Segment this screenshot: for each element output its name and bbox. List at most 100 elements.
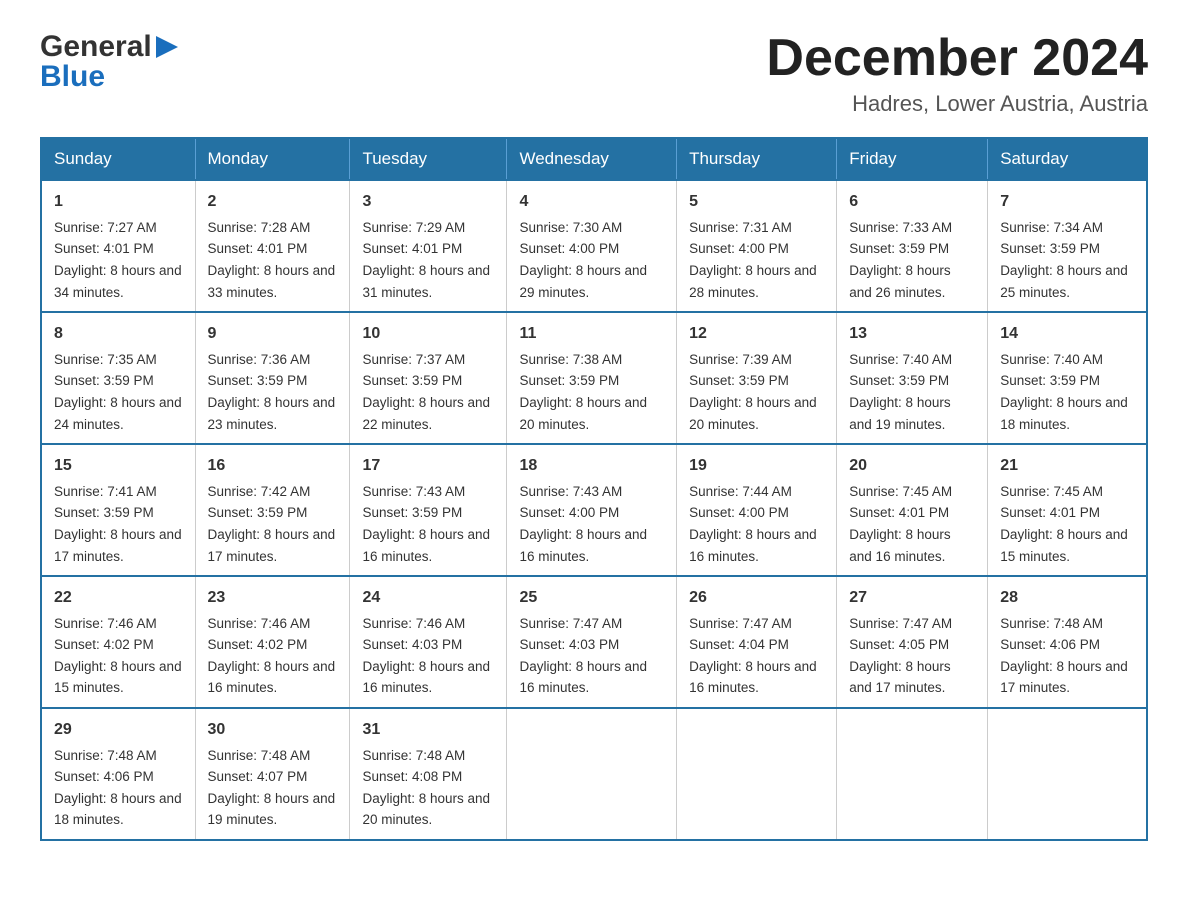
day-info: Sunrise: 7:44 AMSunset: 4:00 PMDaylight:…: [689, 484, 817, 564]
calendar-day-cell: 25Sunrise: 7:47 AMSunset: 4:03 PMDayligh…: [507, 576, 677, 708]
calendar-day-cell: 31 Sunrise: 7:48 AMSunset: 4:08 PMDayligh…: [350, 708, 507, 840]
day-info: Sunrise: 7:28 AMSunset: 4:01 PMDaylight:…: [208, 220, 336, 300]
day-info: Sunrise: 7:46 AMSunset: 4:03 PMDaylight:…: [362, 616, 490, 696]
logo-general-text: General: [40, 30, 152, 64]
calendar-day-cell: 29 Sunrise: 7:48 AMSunset: 4:06 PMDayligh…: [41, 708, 195, 840]
calendar-day-cell: 15Sunrise: 7:41 AMSunset: 3:59 PMDayligh…: [41, 444, 195, 576]
calendar-day-cell: 14Sunrise: 7:40 AMSunset: 3:59 PMDayligh…: [988, 312, 1147, 444]
day-number: 23: [208, 585, 338, 611]
day-info: Sunrise: 7:48 AMSunset: 4:08 PMDaylight:…: [362, 748, 490, 828]
day-info: Sunrise: 7:45 AMSunset: 4:01 PMDaylight:…: [849, 484, 952, 564]
calendar-day-cell: 7 Sunrise: 7:34 AMSunset: 3:59 PMDaylight…: [988, 180, 1147, 312]
weekday-header-wednesday: Wednesday: [507, 138, 677, 180]
calendar-day-cell: 22 Sunrise: 7:46 AMSunset: 4:02 PMDayligh…: [41, 576, 195, 708]
calendar-day-cell: [507, 708, 677, 840]
calendar-day-cell: 1 Sunrise: 7:27 AMSunset: 4:01 PMDaylight…: [41, 180, 195, 312]
calendar-day-cell: 26Sunrise: 7:47 AMSunset: 4:04 PMDayligh…: [677, 576, 837, 708]
day-info: Sunrise: 7:48 AMSunset: 4:06 PMDaylight:…: [54, 748, 182, 828]
calendar-day-cell: 4 Sunrise: 7:30 AMSunset: 4:00 PMDaylight…: [507, 180, 677, 312]
day-number: 3: [362, 189, 494, 215]
calendar-day-cell: 13Sunrise: 7:40 AMSunset: 3:59 PMDayligh…: [837, 312, 988, 444]
calendar-day-cell: [837, 708, 988, 840]
day-info: Sunrise: 7:30 AMSunset: 4:00 PMDaylight:…: [519, 220, 647, 300]
day-info: Sunrise: 7:41 AMSunset: 3:59 PMDaylight:…: [54, 484, 182, 564]
day-number: 21: [1000, 453, 1134, 479]
location-title: Hadres, Lower Austria, Austria: [766, 91, 1148, 117]
day-number: 12: [689, 321, 824, 347]
logo: General Blue: [40, 30, 178, 94]
day-number: 11: [519, 321, 664, 347]
day-info: Sunrise: 7:42 AMSunset: 3:59 PMDaylight:…: [208, 484, 336, 564]
day-number: 30: [208, 717, 338, 743]
calendar-day-cell: 20 Sunrise: 7:45 AMSunset: 4:01 PMDayligh…: [837, 444, 988, 576]
day-number: 22: [54, 585, 183, 611]
day-info: Sunrise: 7:43 AMSunset: 3:59 PMDaylight:…: [362, 484, 490, 564]
day-info: Sunrise: 7:31 AMSunset: 4:00 PMDaylight:…: [689, 220, 817, 300]
day-number: 29: [54, 717, 183, 743]
weekday-header-monday: Monday: [195, 138, 350, 180]
day-number: 17: [362, 453, 494, 479]
logo-arrow-icon: [156, 36, 178, 58]
day-info: Sunrise: 7:27 AMSunset: 4:01 PMDaylight:…: [54, 220, 182, 300]
calendar-day-cell: 30 Sunrise: 7:48 AMSunset: 4:07 PMDayligh…: [195, 708, 350, 840]
calendar-day-cell: 23 Sunrise: 7:46 AMSunset: 4:02 PMDayligh…: [195, 576, 350, 708]
calendar-body: 1 Sunrise: 7:27 AMSunset: 4:01 PMDaylight…: [41, 180, 1147, 840]
day-number: 1: [54, 189, 183, 215]
day-info: Sunrise: 7:47 AMSunset: 4:04 PMDaylight:…: [689, 616, 817, 696]
day-number: 24: [362, 585, 494, 611]
day-number: 31: [362, 717, 494, 743]
calendar-day-cell: 10Sunrise: 7:37 AMSunset: 3:59 PMDayligh…: [350, 312, 507, 444]
day-number: 2: [208, 189, 338, 215]
calendar-day-cell: 11Sunrise: 7:38 AMSunset: 3:59 PMDayligh…: [507, 312, 677, 444]
calendar-header: SundayMondayTuesdayWednesdayThursdayFrid…: [41, 138, 1147, 180]
day-info: Sunrise: 7:33 AMSunset: 3:59 PMDaylight:…: [849, 220, 952, 300]
calendar-week-row: 29 Sunrise: 7:48 AMSunset: 4:06 PMDayligh…: [41, 708, 1147, 840]
day-info: Sunrise: 7:45 AMSunset: 4:01 PMDaylight:…: [1000, 484, 1128, 564]
calendar-day-cell: 21 Sunrise: 7:45 AMSunset: 4:01 PMDayligh…: [988, 444, 1147, 576]
day-info: Sunrise: 7:48 AMSunset: 4:07 PMDaylight:…: [208, 748, 336, 828]
day-number: 6: [849, 189, 975, 215]
weekday-header-row: SundayMondayTuesdayWednesdayThursdayFrid…: [41, 138, 1147, 180]
day-info: Sunrise: 7:40 AMSunset: 3:59 PMDaylight:…: [1000, 352, 1128, 432]
day-info: Sunrise: 7:36 AMSunset: 3:59 PMDaylight:…: [208, 352, 336, 432]
day-number: 4: [519, 189, 664, 215]
calendar-day-cell: 16 Sunrise: 7:42 AMSunset: 3:59 PMDayligh…: [195, 444, 350, 576]
day-info: Sunrise: 7:39 AMSunset: 3:59 PMDaylight:…: [689, 352, 817, 432]
day-number: 7: [1000, 189, 1134, 215]
weekday-header-saturday: Saturday: [988, 138, 1147, 180]
day-info: Sunrise: 7:46 AMSunset: 4:02 PMDaylight:…: [54, 616, 182, 696]
day-number: 16: [208, 453, 338, 479]
calendar-table: SundayMondayTuesdayWednesdayThursdayFrid…: [40, 137, 1148, 841]
day-info: Sunrise: 7:35 AMSunset: 3:59 PMDaylight:…: [54, 352, 182, 432]
calendar-week-row: 15Sunrise: 7:41 AMSunset: 3:59 PMDayligh…: [41, 444, 1147, 576]
calendar-day-cell: 3 Sunrise: 7:29 AMSunset: 4:01 PMDaylight…: [350, 180, 507, 312]
calendar-day-cell: 28 Sunrise: 7:48 AMSunset: 4:06 PMDayligh…: [988, 576, 1147, 708]
weekday-header-sunday: Sunday: [41, 138, 195, 180]
day-number: 27: [849, 585, 975, 611]
day-info: Sunrise: 7:34 AMSunset: 3:59 PMDaylight:…: [1000, 220, 1128, 300]
logo-blue-text: Blue: [40, 60, 105, 94]
calendar-day-cell: 12 Sunrise: 7:39 AMSunset: 3:59 PMDayligh…: [677, 312, 837, 444]
day-number: 18: [519, 453, 664, 479]
calendar-day-cell: 9Sunrise: 7:36 AMSunset: 3:59 PMDaylight…: [195, 312, 350, 444]
calendar-week-row: 1 Sunrise: 7:27 AMSunset: 4:01 PMDaylight…: [41, 180, 1147, 312]
day-number: 28: [1000, 585, 1134, 611]
day-info: Sunrise: 7:37 AMSunset: 3:59 PMDaylight:…: [362, 352, 490, 432]
weekday-header-friday: Friday: [837, 138, 988, 180]
calendar-day-cell: 24 Sunrise: 7:46 AMSunset: 4:03 PMDayligh…: [350, 576, 507, 708]
day-info: Sunrise: 7:46 AMSunset: 4:02 PMDaylight:…: [208, 616, 336, 696]
calendar-day-cell: 8 Sunrise: 7:35 AMSunset: 3:59 PMDaylight…: [41, 312, 195, 444]
calendar-day-cell: 27Sunrise: 7:47 AMSunset: 4:05 PMDayligh…: [837, 576, 988, 708]
day-info: Sunrise: 7:48 AMSunset: 4:06 PMDaylight:…: [1000, 616, 1128, 696]
day-info: Sunrise: 7:47 AMSunset: 4:03 PMDaylight:…: [519, 616, 647, 696]
day-number: 13: [849, 321, 975, 347]
day-number: 20: [849, 453, 975, 479]
day-number: 19: [689, 453, 824, 479]
day-number: 8: [54, 321, 183, 347]
calendar-week-row: 22 Sunrise: 7:46 AMSunset: 4:02 PMDayligh…: [41, 576, 1147, 708]
day-number: 5: [689, 189, 824, 215]
day-info: Sunrise: 7:29 AMSunset: 4:01 PMDaylight:…: [362, 220, 490, 300]
month-title: December 2024: [766, 30, 1148, 87]
calendar-day-cell: [677, 708, 837, 840]
calendar-day-cell: 6 Sunrise: 7:33 AMSunset: 3:59 PMDaylight…: [837, 180, 988, 312]
